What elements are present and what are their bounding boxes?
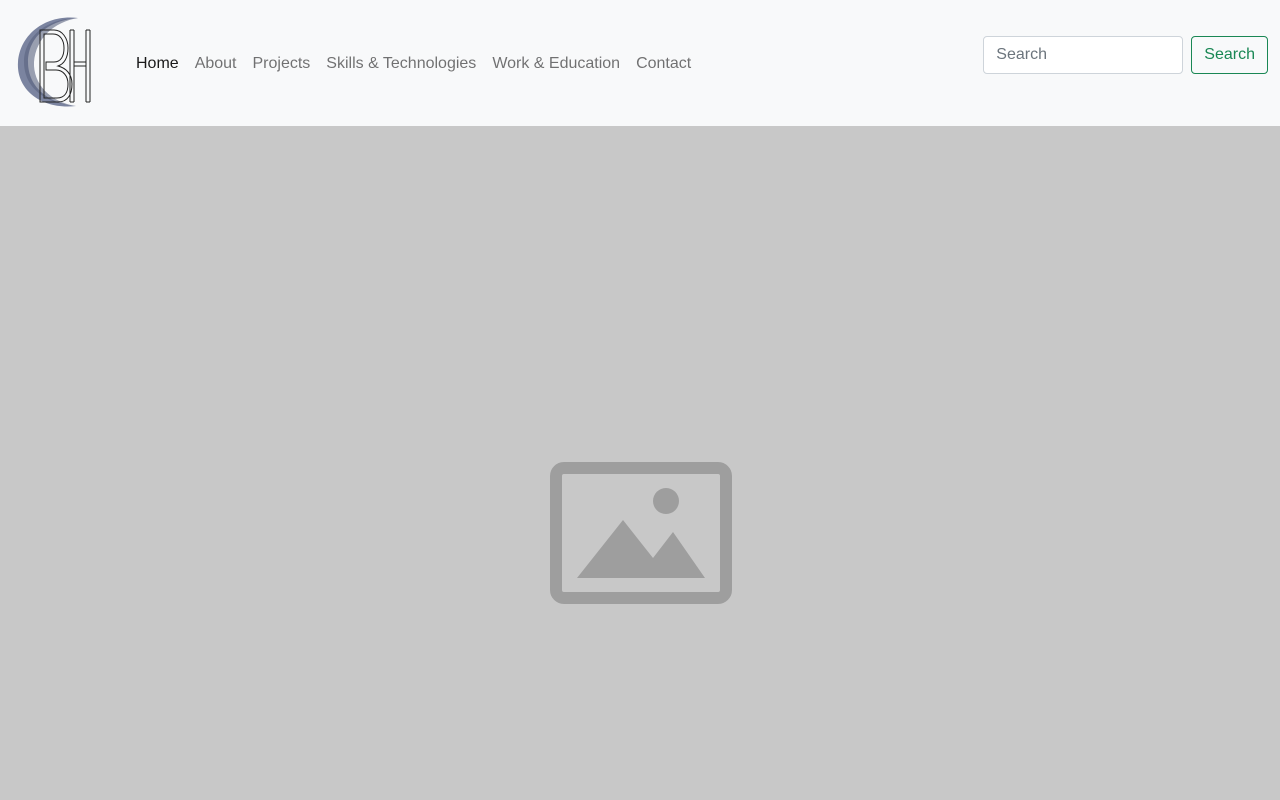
search-input[interactable] (983, 36, 1184, 74)
nav-item-contact: Contact (628, 48, 699, 80)
nav-item-home: Home (128, 48, 187, 80)
nav-item-work-education: Work & Education (484, 48, 628, 80)
nav-item-projects: Projects (245, 48, 319, 80)
navbar: Home About Projects Skills & Technologie… (0, 0, 1280, 126)
nav-link-projects[interactable]: Projects (245, 48, 319, 80)
search-form: Search (983, 36, 1268, 74)
nav-item-skills: Skills & Technologies (318, 48, 484, 80)
brand-logo[interactable] (16, 16, 94, 108)
nav-item-about: About (187, 48, 245, 80)
nav-link-work-education[interactable]: Work & Education (484, 48, 628, 80)
image-placeholder-icon (550, 462, 732, 604)
hero-image-placeholder (0, 126, 1280, 800)
main-nav: Home About Projects Skills & Technologie… (128, 48, 699, 80)
bh-logo-icon (17, 17, 91, 107)
nav-link-skills[interactable]: Skills & Technologies (318, 48, 484, 80)
nav-link-home[interactable]: Home (128, 48, 187, 80)
nav-link-contact[interactable]: Contact (628, 48, 699, 80)
search-button[interactable]: Search (1191, 36, 1268, 74)
nav-link-about[interactable]: About (187, 48, 245, 80)
